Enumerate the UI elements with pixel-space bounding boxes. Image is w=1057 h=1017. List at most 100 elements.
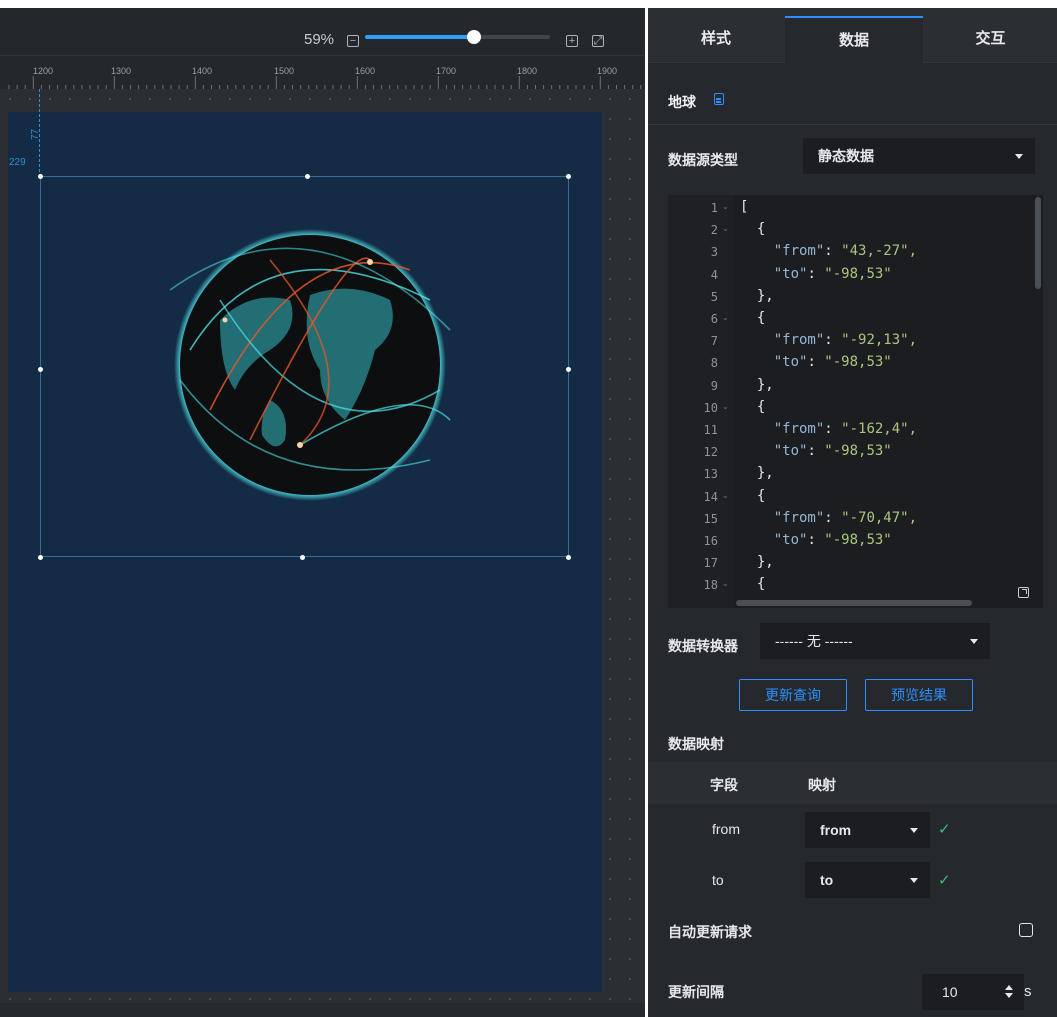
tab-data[interactable]: 数据 [785, 16, 923, 64]
vertical-scrollbar[interactable] [1035, 197, 1041, 289]
code-line: "to": "-98,53" [773, 354, 892, 371]
code-line: { [740, 399, 765, 415]
interval-unit: s [1024, 983, 1032, 1000]
line-number: 6 [710, 312, 718, 326]
mapping-title: 数据映射 [668, 736, 724, 752]
json-punctuation: { [740, 576, 766, 593]
chevron-down-icon [910, 878, 918, 883]
code-line: "to": "-98,53" [773, 443, 892, 460]
zoom-percentage: 59% [304, 31, 335, 48]
json-key: "from" [773, 332, 825, 349]
line-number: 3 [710, 245, 718, 260]
fold-chevron-icon[interactable]: ⌄ [722, 491, 729, 500]
code-line: "from": "-70,47", [773, 509, 918, 526]
code-line: "to": "-98,53" [773, 265, 892, 282]
json-punctuation: }, [740, 287, 774, 304]
json-punctuation: { [740, 221, 766, 238]
json-value: "-98,53" [824, 532, 892, 548]
check-icon: ✓ [938, 872, 951, 889]
coordinate-y-label: 77 [30, 128, 41, 140]
fold-chevron-icon[interactable]: ⌄ [722, 224, 729, 233]
globe-flight-lines-graphic[interactable] [150, 200, 470, 510]
fold-chevron-icon[interactable]: ⌄ [722, 313, 729, 322]
line-number: 4 [710, 267, 718, 282]
ruler-label: 1200 [33, 66, 54, 76]
zoom-toolbar: 59% − + ⤢ [0, 8, 645, 55]
interval-label: 更新间隔 [668, 984, 724, 1000]
coordinate-x-label: 229 [9, 157, 26, 168]
code-line: }, [740, 465, 774, 481]
resize-handle[interactable] [566, 555, 571, 560]
fold-chevron-icon[interactable]: ⌄ [722, 202, 729, 211]
line-number: 12 [703, 445, 718, 460]
horizontal-scrollbar[interactable] [736, 600, 972, 606]
json-key: "from" [773, 243, 825, 260]
line-number: 2 [710, 223, 718, 238]
properties-panel: 样式 数据 交互 地球 数据源类型 静态数据 1 ⌄ [2 ⌄ {3 "from": … [648, 0, 1057, 1017]
json-value: "43,-27", [841, 243, 918, 260]
json-key: "from" [773, 421, 825, 437]
resize-handle[interactable] [38, 555, 43, 560]
ruler-label: 1700 [436, 66, 457, 76]
ruler-label: 1300 [111, 66, 132, 76]
canvas-area: 59% − + ⤢ 1200 1300 1400 1500 1600 1700 … [0, 0, 645, 1017]
code-line: "to": "-98,53" [773, 532, 892, 548]
line-number: 5 [710, 289, 718, 304]
code-line: { [740, 488, 765, 504]
resize-handle[interactable] [300, 555, 305, 560]
json-punctuation: { [740, 398, 766, 415]
check-icon: ✓ [938, 821, 951, 838]
converter-select[interactable]: ------ 无 ------ [760, 623, 990, 659]
code-line: }, [740, 377, 774, 393]
json-key: "to" [773, 354, 808, 371]
mapping-select-value: to [820, 872, 834, 888]
converter-label: 数据转换器 [668, 638, 738, 654]
tab-interaction[interactable]: 交互 [924, 16, 1057, 62]
horizontal-ruler: 1200 1300 1400 1500 1600 1700 1800 1900 [0, 55, 645, 90]
mapping-select[interactable]: from [805, 812, 930, 848]
line-number: 10 [703, 400, 718, 415]
resize-handle[interactable] [566, 367, 571, 372]
plus-square-icon[interactable]: + [566, 35, 578, 47]
auto-update-checkbox[interactable] [1019, 923, 1033, 937]
fullscreen-icon[interactable] [1018, 587, 1029, 598]
canvas-bottom-strip [0, 1003, 645, 1017]
spinner-icon[interactable] [1004, 983, 1014, 1001]
line-number: 17 [703, 556, 718, 571]
zoom-slider[interactable] [365, 30, 550, 44]
line-number: 16 [703, 534, 718, 548]
document-icon[interactable] [714, 93, 724, 105]
converter-value: ------ 无 ------ [775, 633, 853, 649]
zoom-slider-handle[interactable] [467, 30, 482, 44]
json-value: "-92,13", [841, 332, 918, 349]
ruler-label: 1400 [192, 66, 213, 76]
component-title: 地球 [668, 94, 696, 110]
resize-handle[interactable] [38, 367, 43, 372]
source-type-select[interactable]: 静态数据 [803, 138, 1035, 174]
app-window: 59% − + ⤢ 1200 1300 1400 1500 1600 1700 … [0, 0, 1057, 1017]
source-type-label: 数据源类型 [668, 152, 738, 168]
chevron-down-icon [910, 828, 918, 833]
code-editor[interactable]: 1 ⌄ [2 ⌄ {3 "from": "43,-27", 4 "to": "-98,5… [668, 195, 1043, 608]
interval-input[interactable]: 10 [922, 974, 1024, 1010]
fold-chevron-icon[interactable]: ⌄ [722, 402, 729, 411]
preview-result-button[interactable]: 预览结果 [865, 679, 973, 711]
ruler-label: 1900 [597, 66, 618, 76]
fold-chevron-icon[interactable]: ⌄ [722, 579, 729, 588]
ruler-ticks [8, 76, 642, 90]
divider [648, 124, 1057, 125]
resize-handle[interactable] [566, 174, 571, 179]
json-punctuation: }, [740, 376, 774, 393]
line-number: 8 [710, 356, 718, 371]
resize-handle[interactable] [305, 174, 310, 179]
code-line: [ [740, 199, 748, 215]
tab-style[interactable]: 样式 [648, 16, 784, 62]
mapping-select-value: from [820, 822, 852, 838]
panel-top-strip [648, 0, 1057, 8]
fit-screen-icon[interactable]: ⤢ [592, 35, 604, 47]
mapping-table-header: 字段 映射 [648, 762, 1057, 804]
refresh-query-button[interactable]: 更新查询 [739, 679, 847, 711]
mapping-select[interactable]: to [805, 862, 930, 898]
resize-handle[interactable] [38, 174, 43, 179]
minus-square-icon[interactable]: − [347, 35, 359, 47]
